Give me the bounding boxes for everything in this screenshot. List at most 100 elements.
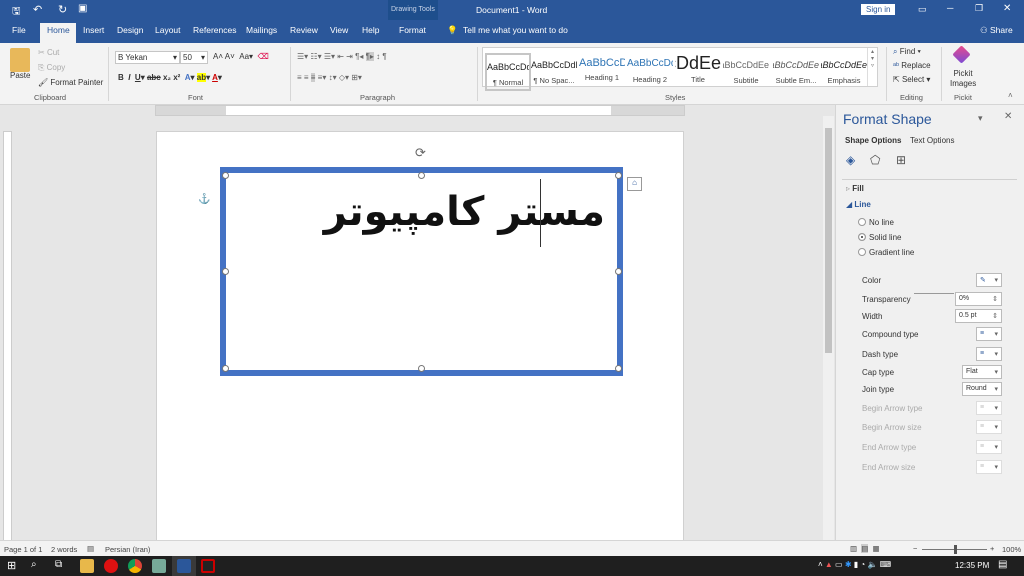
cut-button[interactable]: ✂ Cut bbox=[38, 48, 59, 57]
alignment-buttons[interactable]: ≡ ≡ ≡ ≡▾ ↕▾ ◇▾ ⊞▾ bbox=[297, 73, 362, 82]
zoom-slider-thumb[interactable] bbox=[954, 545, 957, 554]
pane-options-icon[interactable]: ▾ bbox=[978, 113, 983, 124]
fill-section[interactable]: ▹ Fill bbox=[846, 184, 864, 193]
recorder-icon[interactable] bbox=[201, 559, 215, 573]
task-view-icon[interactable]: ⧉ bbox=[55, 559, 62, 570]
prop-control[interactable]: Round ▾ bbox=[962, 382, 1002, 396]
minimize-button[interactable]: ─ bbox=[947, 3, 953, 13]
word-taskbar-icon[interactable] bbox=[177, 559, 191, 573]
tab-review[interactable]: Review bbox=[290, 25, 318, 35]
line-option-radio[interactable]: Gradient line bbox=[858, 248, 914, 257]
style-emphasis[interactable]: AaBbCcDdEeEmphasis bbox=[821, 53, 867, 91]
font-size-combobox[interactable]: 50 ▾ bbox=[180, 51, 208, 64]
language[interactable]: Persian (Iran) bbox=[105, 545, 150, 554]
tab-shape-options[interactable]: Shape Options bbox=[845, 136, 901, 145]
resize-handle[interactable] bbox=[222, 365, 229, 372]
zoom-slider[interactable]: − bbox=[913, 544, 917, 553]
style-heading-1[interactable]: AaBbCcDdEeHeading 1 bbox=[579, 53, 625, 91]
style-normal[interactable]: AaBbCcDdEe¶ Normal bbox=[485, 53, 531, 91]
prop-control[interactable]: ≡ ▾ bbox=[976, 347, 1002, 361]
horizontal-ruler[interactable] bbox=[155, 105, 685, 116]
tab-format[interactable]: Format bbox=[399, 25, 426, 35]
grow-font-icon[interactable]: A˄ A˅ Aa▾ ⌫ bbox=[213, 52, 269, 61]
tab-file[interactable]: File bbox=[12, 25, 26, 35]
view-buttons[interactable]: ▥ ▤ ▦ bbox=[850, 544, 880, 553]
font-name-combobox[interactable]: B Yekan ▾ bbox=[115, 51, 180, 64]
paste-button[interactable]: Paste bbox=[10, 71, 30, 80]
prop-control[interactable]: 0.5 pt ⇕ bbox=[955, 309, 1002, 323]
style-heading-2[interactable]: AaBbCcDdEeHeading 2 bbox=[627, 53, 673, 91]
shape-text[interactable]: مستر کامپیوتر bbox=[324, 189, 605, 235]
line-section[interactable]: ◢ Line bbox=[846, 200, 871, 209]
style-subtitle[interactable]: AaBbCcDdEeSubtitle bbox=[723, 53, 769, 91]
chrome-icon[interactable] bbox=[128, 559, 142, 573]
style-title[interactable]: AaBbCcDdEeTitle bbox=[675, 53, 721, 91]
resize-handle[interactable] bbox=[615, 268, 622, 275]
share-button[interactable]: ⚇ Share bbox=[980, 25, 1013, 36]
resize-handle[interactable] bbox=[418, 172, 425, 179]
file-explorer-icon[interactable] bbox=[80, 559, 94, 573]
tab-home[interactable]: Home bbox=[47, 25, 70, 35]
windows-start-icon[interactable]: ⊞ bbox=[7, 559, 16, 572]
close-button[interactable]: ✕ bbox=[1003, 3, 1011, 14]
style-subtle-emphasis[interactable]: AaBbCcDdEeSubtle Em... bbox=[773, 53, 819, 91]
resize-handle[interactable] bbox=[222, 268, 229, 275]
fill-line-icon[interactable]: ◈ bbox=[846, 153, 855, 167]
tab-design[interactable]: Design bbox=[117, 25, 143, 35]
vertical-scrollbar[interactable] bbox=[823, 116, 834, 540]
tray-icons[interactable]: ˄ ▲ ▭ ✱ ▮ ◔ 🔈 ⌨ bbox=[818, 560, 891, 569]
zoom-level[interactable]: 100% bbox=[1002, 545, 1021, 554]
tab-insert[interactable]: Insert bbox=[83, 25, 104, 35]
tab-text-options[interactable]: Text Options bbox=[910, 136, 954, 145]
tab-references[interactable]: References bbox=[193, 25, 236, 35]
prop-control[interactable]: ✎ ▾ bbox=[976, 273, 1002, 287]
resize-handle[interactable] bbox=[418, 365, 425, 372]
page-count[interactable]: Page 1 of 1 bbox=[4, 545, 42, 554]
pane-close-button[interactable]: ✕ bbox=[1004, 111, 1012, 122]
ribbon-display-icon[interactable]: ▭ bbox=[918, 4, 927, 15]
collapse-ribbon-icon[interactable]: ˄ bbox=[1008, 91, 1013, 100]
restore-button[interactable]: ❐ bbox=[975, 3, 983, 14]
sign-in-button[interactable]: Sign in bbox=[861, 4, 896, 15]
list-buttons[interactable]: ☰▾ ☷▾ ☰▾ ⇤ ⇥ ¶◂ ¶▸ ↕ ¶ bbox=[297, 52, 387, 61]
line-option-radio[interactable]: Solid line bbox=[858, 233, 901, 242]
effects-icon[interactable]: ⬠ bbox=[870, 153, 880, 167]
touch-mode-icon[interactable]: ▣ bbox=[78, 3, 87, 14]
resize-handle[interactable] bbox=[615, 365, 622, 372]
find-button[interactable]: ⌕ Find ▾ bbox=[893, 47, 921, 57]
notifications-icon[interactable]: ▤ bbox=[998, 559, 1007, 570]
opera-icon[interactable] bbox=[104, 559, 118, 573]
tab-layout[interactable]: Layout bbox=[155, 25, 181, 35]
prop-control[interactable]: Flat ▾ bbox=[962, 365, 1002, 379]
pickit-images-button[interactable]: Pickit Images bbox=[950, 69, 976, 89]
replace-button[interactable]: ᵃᵇ Replace bbox=[893, 61, 931, 70]
tab-mailings[interactable]: Mailings bbox=[246, 25, 277, 35]
zoom-in-button[interactable]: + bbox=[990, 544, 994, 553]
rotate-handle-icon[interactable]: ⟳ bbox=[415, 145, 426, 161]
word-count[interactable]: 2 words bbox=[51, 545, 77, 554]
vertical-ruler[interactable] bbox=[3, 131, 12, 541]
text-box-shape[interactable]: مستر کامپیوتر bbox=[220, 167, 623, 376]
app-icon[interactable] bbox=[152, 559, 166, 573]
save-icon[interactable]: 🖫 bbox=[12, 4, 21, 21]
undo-icon[interactable]: ↶ bbox=[33, 3, 42, 16]
prop-control[interactable]: 0% ⇕ bbox=[955, 292, 1002, 306]
resize-handle[interactable] bbox=[222, 172, 229, 179]
proofing-icon[interactable]: ▤ bbox=[87, 544, 94, 553]
format-painter-button[interactable]: 🖌 Format Painter bbox=[38, 78, 103, 87]
styles-scroll[interactable]: ▴ ▾ ▿ bbox=[867, 48, 877, 86]
search-icon[interactable]: ⌕ bbox=[31, 559, 37, 570]
font-format-buttons[interactable]: B I U▾ abc x₂ x² A▾ ab▾ A▾ bbox=[118, 73, 222, 82]
copy-button[interactable]: ⎘ Copy bbox=[38, 63, 65, 73]
layout-options-icon[interactable]: ⌂ bbox=[627, 177, 642, 191]
transparency-slider[interactable] bbox=[914, 293, 954, 294]
resize-handle[interactable] bbox=[615, 172, 622, 179]
clock[interactable]: 12:35 PM bbox=[955, 561, 989, 570]
size-properties-icon[interactable]: ⊞ bbox=[896, 153, 906, 167]
redo-icon[interactable]: ↻ bbox=[58, 3, 67, 16]
prop-control[interactable]: ≡ ▾ bbox=[976, 327, 1002, 341]
line-option-radio[interactable]: No line bbox=[858, 218, 894, 227]
tab-view[interactable]: View bbox=[330, 25, 348, 35]
tell-me-search[interactable]: Tell me what you want to do bbox=[463, 25, 568, 35]
select-button[interactable]: ⇱ Select ▾ bbox=[893, 75, 930, 84]
